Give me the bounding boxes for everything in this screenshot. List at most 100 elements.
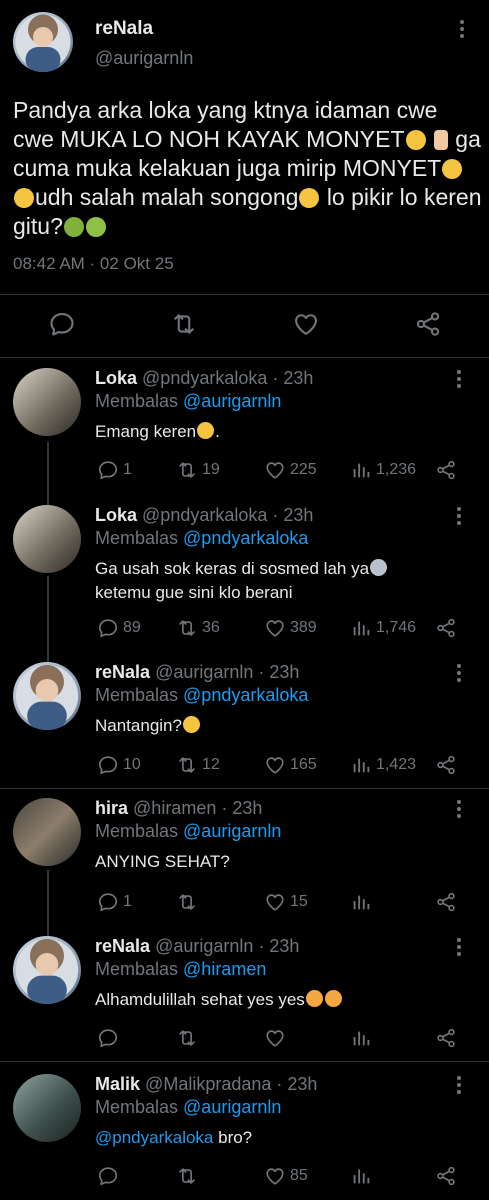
mention-link[interactable]: @aurigarnln [183, 1097, 281, 1117]
author-name[interactable]: hira [95, 798, 128, 818]
more-icon[interactable] [456, 664, 462, 684]
retweet-button[interactable]: 36 [176, 617, 220, 639]
reply-tweet[interactable]: Loka @pndyarkaloka · 23h Membalas @aurig… [0, 368, 489, 498]
author-name[interactable]: reNala [95, 936, 150, 956]
smiling-hearts-emoji [324, 990, 342, 1007]
like-button[interactable]: 15 [264, 891, 308, 913]
views-button[interactable] [350, 1027, 372, 1049]
reply-tweet[interactable]: Malik @Malikpradana · 23h Membalas @auri… [0, 1074, 489, 1200]
smiling-hearts-emoji [305, 990, 323, 1007]
reply-text-part: Nantangin? [95, 716, 182, 735]
author-handle[interactable]: @aurigarnln · 23h [155, 936, 299, 956]
retweet-button[interactable] [176, 891, 202, 913]
views-icon [350, 459, 372, 481]
mention-link[interactable]: @pndyarkaloka [183, 528, 308, 548]
share-button[interactable] [435, 1027, 457, 1049]
replying-to: Membalas @aurigarnln [95, 391, 281, 412]
reply-button[interactable] [97, 1165, 119, 1187]
more-icon[interactable] [456, 1076, 462, 1096]
reply-button[interactable]: 10 [97, 754, 141, 776]
more-icon[interactable] [459, 20, 465, 40]
author-handle[interactable]: @aurigarnln · 23h [155, 662, 299, 682]
author-name[interactable]: Malik [95, 1074, 140, 1094]
replying-prefix: Membalas [95, 528, 184, 548]
reply-header: reNala @aurigarnln · 23h [95, 662, 299, 683]
author-name[interactable]: Loka [95, 368, 137, 388]
replying-prefix: Membalas [95, 959, 184, 979]
author-handle[interactable]: @Malikpradana · 23h [145, 1074, 317, 1094]
like-button[interactable]: 389 [264, 617, 317, 639]
share-button[interactable] [435, 754, 457, 776]
like-button[interactable]: 85 [264, 1165, 308, 1187]
like-button[interactable]: 225 [264, 459, 317, 481]
avatar[interactable] [13, 798, 81, 866]
avatar[interactable] [13, 368, 81, 436]
replying-to: Membalas @hiramen [95, 959, 266, 980]
author-handle[interactable]: @pndyarkaloka · 23h [142, 368, 313, 388]
reply-button[interactable] [48, 310, 76, 338]
reply-text: ANYING SEHAT? [95, 852, 230, 871]
like-button[interactable] [292, 310, 320, 338]
share-button[interactable] [435, 1165, 457, 1187]
retweet-button[interactable] [176, 1027, 198, 1049]
mention-link[interactable]: @pndyarkaloka [95, 1128, 213, 1147]
like-button[interactable] [264, 1027, 286, 1049]
reply-tweet[interactable]: Loka @pndyarkaloka · 23h Membalas @pndya… [0, 505, 489, 655]
more-icon[interactable] [456, 800, 462, 820]
mention-link[interactable]: @pndyarkaloka [183, 685, 308, 705]
mention-link[interactable]: @hiramen [183, 959, 266, 979]
views-button[interactable]: 1,746 [350, 617, 416, 639]
retweet-icon [176, 754, 198, 776]
views-button[interactable] [350, 891, 376, 913]
views-button[interactable]: 1,423 [350, 754, 416, 776]
reply-tweet[interactable]: reNala @aurigarnln · 23h Membalas @hiram… [0, 936, 489, 1061]
share-button[interactable] [414, 310, 442, 338]
more-icon[interactable] [456, 507, 462, 527]
more-icon[interactable] [456, 370, 462, 390]
share-button[interactable] [435, 459, 457, 481]
replying-prefix: Membalas [95, 685, 184, 705]
retweet-button[interactable] [170, 310, 198, 338]
middle-finger-emoji [433, 130, 448, 150]
author-name[interactable]: reNala [95, 18, 153, 40]
reply-text: Ga usah sok keras di sosmed lah ya ketemu… [95, 557, 475, 605]
share-button[interactable] [435, 617, 457, 639]
divider [0, 357, 489, 358]
tweet-text-part: Pandya arka loka yang ktnya idaman cwe c… [13, 97, 438, 152]
mention-link[interactable]: @aurigarnln [183, 821, 281, 841]
reply-button[interactable] [97, 1027, 119, 1049]
like-button[interactable]: 165 [264, 754, 317, 776]
reply-button[interactable]: 1 [97, 459, 132, 481]
avatar[interactable] [13, 12, 73, 72]
mention-link[interactable]: @aurigarnln [183, 391, 281, 411]
tweet-timestamp[interactable]: 08:42 AM · 02 Okt 25 [13, 254, 174, 274]
views-button[interactable]: 1,236 [350, 459, 416, 481]
share-icon [435, 459, 457, 481]
tweet-text-part: udh salah malah songong [35, 184, 299, 210]
retweet-button[interactable]: 19 [176, 459, 220, 481]
avatar[interactable] [13, 1074, 81, 1142]
author-name[interactable]: reNala [95, 662, 150, 682]
vomiting-face-emoji [85, 217, 106, 237]
reply-button[interactable]: 89 [97, 617, 141, 639]
avatar[interactable] [13, 662, 81, 730]
rofl-emoji [14, 188, 34, 208]
avatar[interactable] [13, 936, 81, 1004]
retweet-icon [176, 459, 198, 481]
retweet-button[interactable] [176, 1165, 198, 1187]
views-button[interactable] [350, 1165, 372, 1187]
retweet-button[interactable]: 12 [176, 754, 220, 776]
author-handle[interactable]: @pndyarkaloka · 23h [142, 505, 313, 525]
author-name[interactable]: Loka [95, 505, 137, 525]
share-button[interactable] [435, 891, 457, 913]
reply-tweet[interactable]: hira @hiramen · 23h Membalas @aurigarnln… [0, 798, 489, 923]
more-icon[interactable] [456, 938, 462, 958]
reply-text-part: Ga usah sok keras di sosmed lah ya [95, 559, 370, 578]
reply-button[interactable]: 1 [97, 891, 132, 913]
avatar[interactable] [13, 505, 81, 573]
reply-text-part: Emang keren [95, 422, 197, 441]
retweet-icon [176, 1165, 198, 1187]
author-handle[interactable]: @hiramen · 23h [133, 798, 262, 818]
author-handle[interactable]: @aurigarnln [95, 48, 193, 69]
reply-tweet[interactable]: reNala @aurigarnln · 23h Membalas @pndya… [0, 662, 489, 787]
